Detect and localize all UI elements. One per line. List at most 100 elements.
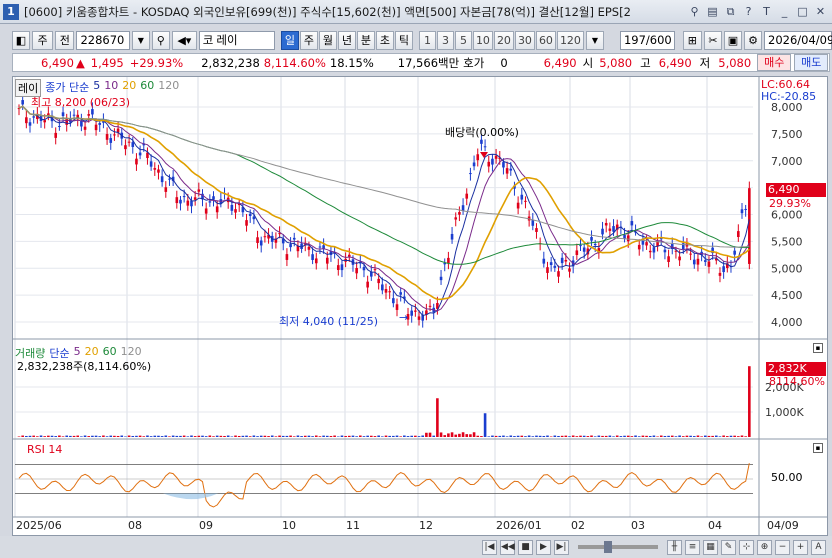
- speaker-icon[interactable]: ◀▾: [171, 30, 197, 50]
- save-icon[interactable]: ▣: [724, 30, 742, 50]
- rsi-oversold-fill: [163, 493, 218, 500]
- split-icon[interactable]: ╫: [667, 539, 682, 555]
- minute-button-1[interactable]: 1: [418, 30, 436, 50]
- volume-bar: [659, 435, 663, 437]
- candle-body: [560, 257, 564, 264]
- stop-icon[interactable]: ■: [518, 539, 533, 555]
- candle-body: [491, 158, 494, 165]
- period-button-4[interactable]: 분: [356, 30, 375, 50]
- minute-button-3[interactable]: 3: [436, 30, 454, 50]
- volume-bar: [476, 435, 480, 437]
- candle-body: [465, 193, 469, 199]
- cursor-icon[interactable]: ✎: [721, 539, 736, 555]
- candle-body: [25, 117, 28, 124]
- search-button-icon[interactable]: ⚲: [151, 30, 170, 50]
- grid-toggle-icon[interactable]: ▦: [703, 539, 718, 555]
- stock-code-input[interactable]: 228670: [76, 30, 130, 50]
- minute-button-60[interactable]: 60: [535, 30, 556, 50]
- font-icon[interactable]: T: [759, 4, 774, 19]
- zoom-slider[interactable]: [578, 541, 658, 553]
- search-icon[interactable]: ⚲: [687, 4, 702, 19]
- buy-button[interactable]: 매수: [757, 54, 792, 71]
- volume-bar: [267, 436, 270, 437]
- candle-body: [509, 168, 513, 171]
- maximize-icon[interactable]: □: [795, 4, 810, 19]
- volume-bar: [36, 436, 39, 437]
- period-button-0[interactable]: 일: [280, 30, 299, 50]
- grid-icon[interactable]: ⊞: [682, 30, 702, 50]
- volume-bar: [362, 436, 366, 437]
- candle-body: [72, 114, 76, 116]
- restore-icon[interactable]: ⧉: [723, 4, 738, 19]
- volume-bar: [711, 435, 714, 437]
- volume-bar: [447, 433, 450, 437]
- pan-icon[interactable]: ⊕: [757, 539, 772, 555]
- volume-bar: [281, 435, 285, 437]
- candle-body: [83, 126, 87, 130]
- x-tick-label: 04: [708, 519, 722, 532]
- candle-body: [263, 236, 267, 238]
- settings-icon[interactable]: ⚙: [744, 30, 762, 50]
- minute-button-10[interactable]: 10: [472, 30, 493, 50]
- date-input[interactable]: 2026/04/09: [764, 30, 832, 50]
- candle-body: [307, 246, 311, 250]
- volume-bar: [292, 436, 296, 437]
- period-button[interactable]: 전: [55, 30, 75, 50]
- x-tick-label: 11: [346, 519, 360, 532]
- crosshair-icon[interactable]: ⊹: [739, 539, 754, 555]
- candle-body: [355, 268, 358, 274]
- volume-bar: [612, 436, 615, 437]
- minimize-icon[interactable]: _: [777, 4, 792, 19]
- period-button-1[interactable]: 주: [299, 30, 318, 50]
- period-button-5[interactable]: 초: [375, 30, 394, 50]
- volume-bar: [619, 436, 623, 437]
- stock-name-field[interactable]: 코 레이: [198, 30, 275, 50]
- volume-bar: [590, 435, 593, 437]
- rsi-close-icon[interactable]: ▪: [813, 443, 823, 453]
- close-icon[interactable]: ✕: [813, 4, 828, 19]
- zoom-out-icon[interactable]: −: [775, 539, 790, 555]
- layout-icon[interactable]: ◧: [12, 30, 30, 50]
- volume-bar: [259, 435, 263, 437]
- candle-body: [182, 196, 186, 198]
- zoom-in-icon[interactable]: +: [793, 539, 808, 555]
- minute-button-30[interactable]: 30: [514, 30, 535, 50]
- volume-bar: [175, 435, 179, 437]
- count-input[interactable]: 197/600: [619, 30, 675, 50]
- volume-close-icon[interactable]: ▪: [813, 343, 823, 353]
- compare-icon[interactable]: ≡: [685, 539, 700, 555]
- candle-body: [164, 187, 168, 192]
- tool-icon[interactable]: ✂: [704, 30, 722, 50]
- sell-button[interactable]: 매도: [794, 54, 829, 71]
- candle-body: [604, 223, 608, 226]
- minute-button-5[interactable]: 5: [454, 30, 472, 50]
- chart-icon[interactable]: ▤: [705, 4, 720, 19]
- scroll-last-icon[interactable]: ▶|: [554, 539, 569, 555]
- scroll-first-icon[interactable]: |◀: [482, 539, 497, 555]
- volume-bar: [109, 435, 113, 437]
- candle-body: [168, 178, 171, 180]
- chart-svg[interactable]: 8,0007,5007,0006,5006,0005,5005,0004,500…: [13, 77, 827, 535]
- scroll-next-icon[interactable]: ▶: [536, 539, 551, 555]
- scroll-prev-icon[interactable]: ◀◀: [500, 539, 515, 555]
- candle-body: [494, 155, 498, 159]
- chart-area[interactable]: 8,0007,5007,0006,5006,0005,5005,0004,500…: [12, 76, 828, 536]
- volume-bar: [91, 435, 94, 437]
- quote-info-bar: 6,490 ▲ 1,495 +29.93% 2,832,238 8,114.60…: [12, 53, 830, 72]
- candle-body: [135, 158, 138, 165]
- period-button-2[interactable]: 월: [318, 30, 337, 50]
- volume-bar: [138, 435, 142, 437]
- period-button-3[interactable]: 년: [337, 30, 356, 50]
- zoom-slider-handle[interactable]: [604, 541, 612, 553]
- minute-button-20[interactable]: 20: [493, 30, 514, 50]
- minute-button-120[interactable]: 120: [556, 30, 584, 50]
- candle-body: [414, 310, 417, 312]
- volume-bar: [637, 436, 641, 437]
- period-button-6[interactable]: 틱: [394, 30, 413, 50]
- market-select[interactable]: 주: [32, 30, 54, 50]
- code-dropdown-icon[interactable]: ▼: [131, 30, 150, 50]
- auto-scale-icon[interactable]: A: [811, 539, 826, 555]
- dividend-marker-icon: [480, 152, 488, 158]
- more-dropdown-icon[interactable]: ▼: [585, 30, 604, 50]
- help-icon[interactable]: ?: [741, 4, 756, 19]
